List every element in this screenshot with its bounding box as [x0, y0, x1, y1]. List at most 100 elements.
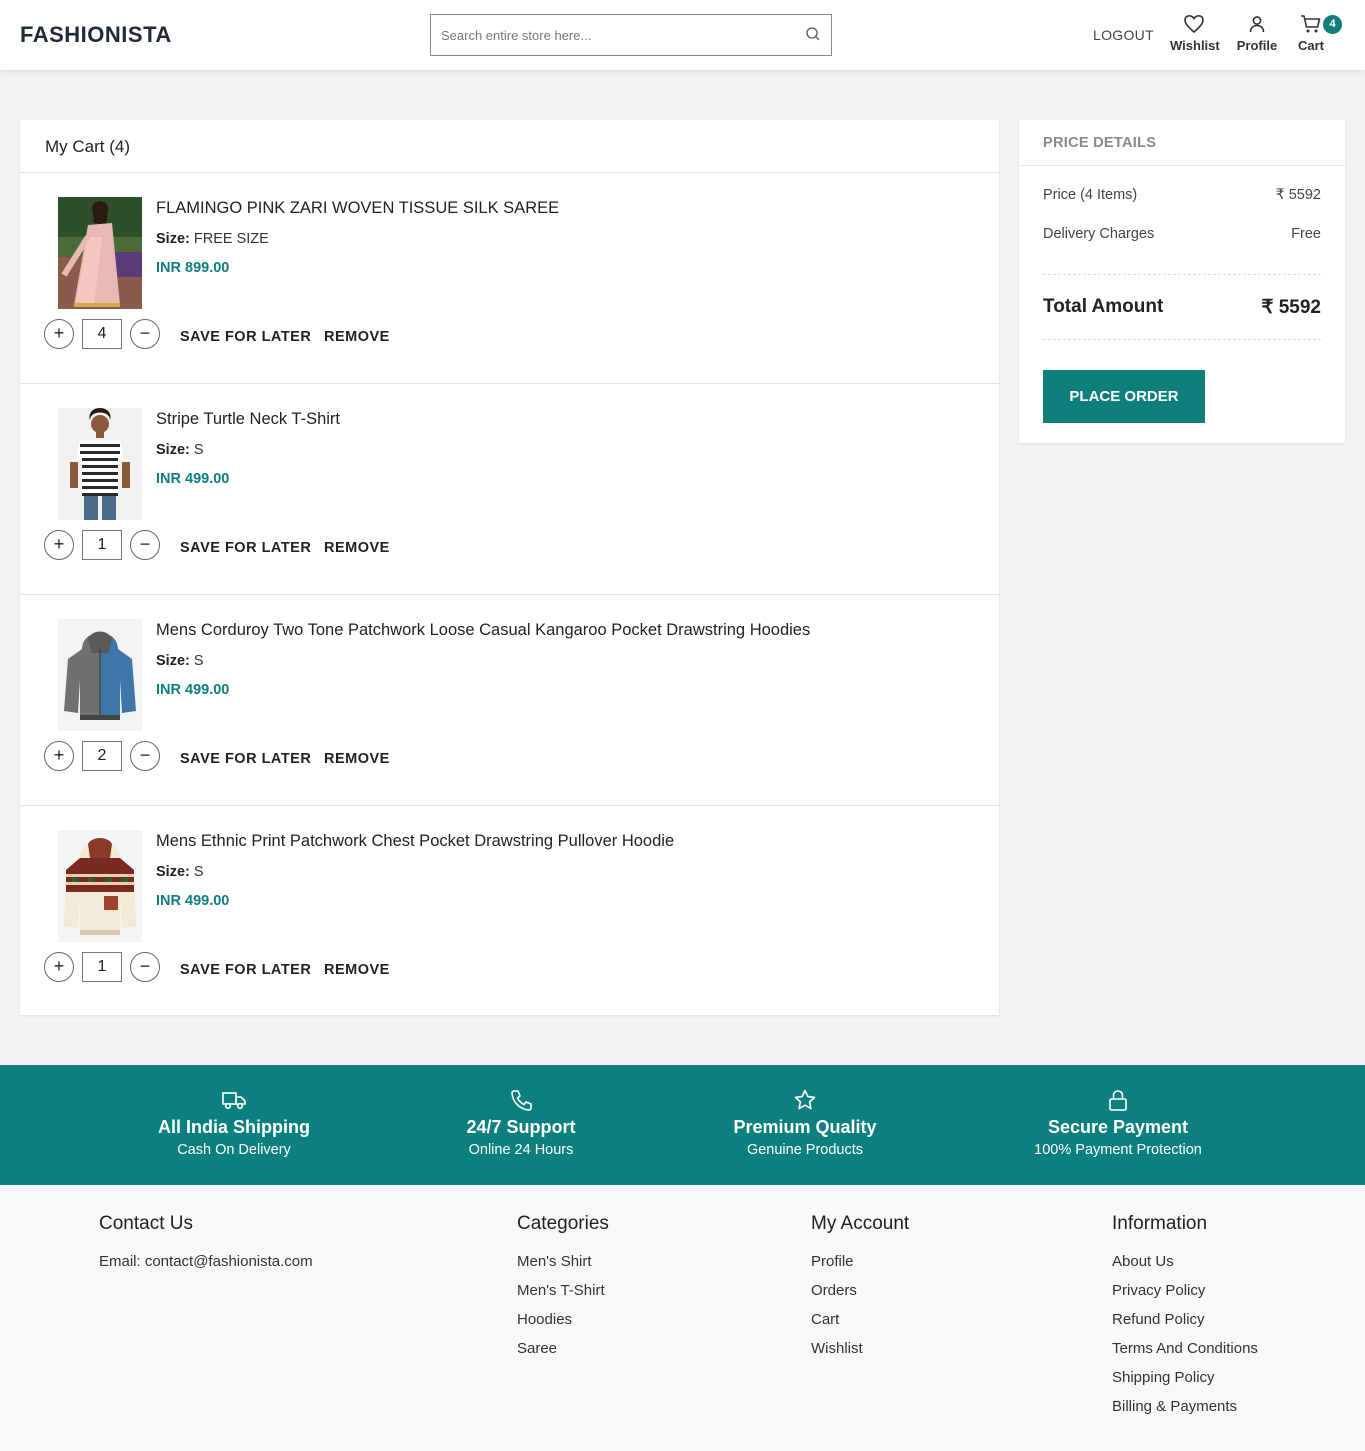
footer-heading: Information	[1112, 1213, 1208, 1234]
footer-link-saree[interactable]: Saree	[517, 1340, 609, 1369]
search-input[interactable]	[431, 15, 791, 55]
profile-link[interactable]: Profile	[1236, 14, 1278, 53]
footer-heading: My Account	[811, 1213, 910, 1234]
search-box	[430, 14, 832, 56]
cart-title: My Cart (4)	[20, 120, 999, 173]
product-image-hoodie-corduroy[interactable]	[58, 619, 142, 731]
divider	[1043, 339, 1321, 340]
remove-button[interactable]: REMOVE	[324, 962, 390, 978]
decrease-quantity-button[interactable]: −	[130, 530, 160, 560]
wishlist-link[interactable]: Wishlist	[1170, 14, 1220, 53]
remove-button[interactable]: REMOVE	[324, 540, 390, 556]
size-value: S	[193, 653, 204, 669]
wishlist-label: Wishlist	[1170, 38, 1220, 53]
product-size: Size: FREE SIZE	[156, 231, 269, 247]
contact-email[interactable]: Email: contact@fashionista.com	[99, 1253, 313, 1270]
cart-item: Stripe Turtle Neck T-Shirt Size: S INR 4…	[20, 384, 999, 595]
feature-subtitle: 100% Payment Protection	[1034, 1142, 1202, 1158]
product-name[interactable]: FLAMINGO PINK ZARI WOVEN TISSUE SILK SAR…	[156, 199, 559, 218]
feature-payment: Secure Payment 100% Payment Protection	[1008, 1089, 1228, 1158]
feature-subtitle: Online 24 Hours	[468, 1142, 574, 1158]
logout-link[interactable]: LOGOUT	[1093, 27, 1154, 43]
increase-quantity-button[interactable]: +	[44, 952, 74, 982]
decrease-quantity-button[interactable]: −	[130, 319, 160, 349]
feature-title: All India Shipping	[158, 1117, 310, 1137]
footer-link-privacy-policy[interactable]: Privacy Policy	[1112, 1282, 1258, 1311]
footer-contact: Contact Us Email: contact@fashionista.co…	[99, 1213, 313, 1270]
total-label: Total Amount	[1043, 296, 1164, 317]
footer-account: My Account Profile Orders Cart Wishlist	[811, 1213, 909, 1369]
size-label: Size:	[156, 653, 190, 669]
site-header: FASHIONISTA LOGOUT Wishlist Profile Cart…	[0, 0, 1365, 70]
quantity-field[interactable]: 1	[82, 952, 122, 982]
decrease-quantity-button[interactable]: −	[130, 952, 160, 982]
feature-subtitle: Cash On Delivery	[177, 1142, 291, 1158]
search-icon[interactable]	[805, 26, 821, 42]
remove-button[interactable]: REMOVE	[324, 751, 390, 767]
product-name[interactable]: Mens Corduroy Two Tone Patchwork Loose C…	[156, 621, 810, 640]
remove-button[interactable]: REMOVE	[324, 329, 390, 345]
decrease-quantity-button[interactable]: −	[130, 741, 160, 771]
product-price: INR 899.00	[156, 260, 230, 276]
save-for-later-button[interactable]: SAVE FOR LATER	[180, 751, 311, 767]
footer-link-hoodies[interactable]: Hoodies	[517, 1311, 609, 1340]
product-name[interactable]: Stripe Turtle Neck T-Shirt	[156, 410, 340, 429]
footer-link-profile[interactable]: Profile	[811, 1253, 909, 1282]
footer-link-mens-shirt[interactable]: Men's Shirt	[517, 1253, 609, 1282]
footer-heading: Categories	[517, 1213, 609, 1234]
cart-label: Cart	[1297, 38, 1324, 53]
quantity-field[interactable]: 2	[82, 741, 122, 771]
footer-link-refund-policy[interactable]: Refund Policy	[1112, 1311, 1258, 1340]
product-image-saree[interactable]	[58, 197, 142, 309]
features-band: All India Shipping Cash On Delivery 24/7…	[0, 1065, 1365, 1185]
feature-quality: Premium Quality Genuine Products	[705, 1089, 905, 1158]
save-for-later-button[interactable]: SAVE FOR LATER	[180, 540, 311, 556]
footer-link-wishlist[interactable]: Wishlist	[811, 1340, 909, 1369]
footer-link-shipping-policy[interactable]: Shipping Policy	[1112, 1369, 1258, 1398]
footer-link-about-us[interactable]: About Us	[1112, 1253, 1258, 1282]
footer-link-terms[interactable]: Terms And Conditions	[1112, 1340, 1258, 1369]
price-label: Price (4 Items)	[1043, 187, 1138, 203]
cart-item: Mens Corduroy Two Tone Patchwork Loose C…	[20, 595, 999, 806]
feature-subtitle: Genuine Products	[746, 1142, 864, 1158]
site-logo[interactable]: FASHIONISTA	[20, 22, 172, 48]
feature-title: Secure Payment	[1047, 1117, 1189, 1137]
product-price: INR 499.00	[156, 471, 230, 487]
product-price: INR 499.00	[156, 893, 230, 909]
cart-item: Mens Ethnic Print Patchwork Chest Pocket…	[20, 806, 999, 1017]
product-name[interactable]: Mens Ethnic Print Patchwork Chest Pocket…	[156, 832, 674, 851]
save-for-later-button[interactable]: SAVE FOR LATER	[180, 962, 311, 978]
quantity-field[interactable]: 1	[82, 530, 122, 560]
product-image-hoodie-ethnic[interactable]	[58, 830, 142, 942]
cart-count-badge: 4	[1323, 15, 1342, 34]
size-value: S	[193, 442, 204, 458]
cart-panel: My Cart (4) FLAMINGO PINK ZARI WOVEN TIS…	[20, 120, 999, 1015]
feature-support: 24/7 Support Online 24 Hours	[421, 1089, 621, 1158]
increase-quantity-button[interactable]: +	[44, 319, 74, 349]
size-label: Size:	[156, 864, 190, 880]
size-label: Size:	[156, 442, 190, 458]
increase-quantity-button[interactable]: +	[44, 741, 74, 771]
cart-link[interactable]: Cart	[1296, 14, 1326, 53]
price-details-panel: PRICE DETAILS Price (4 Items) ₹ 5592 Del…	[1019, 120, 1345, 443]
user-icon	[1249, 16, 1265, 33]
size-value: S	[193, 864, 204, 880]
product-image-tshirt[interactable]	[58, 408, 142, 520]
size-label: Size:	[156, 231, 190, 247]
star-icon	[794, 1089, 816, 1110]
quantity-field[interactable]: 4	[82, 319, 122, 349]
phone-icon	[511, 1090, 532, 1111]
save-for-later-button[interactable]: SAVE FOR LATER	[180, 329, 311, 345]
profile-label: Profile	[1236, 38, 1278, 53]
footer-link-orders[interactable]: Orders	[811, 1282, 909, 1311]
delivery-label: Delivery Charges	[1043, 226, 1155, 242]
footer-link-cart[interactable]: Cart	[811, 1311, 909, 1340]
product-price: INR 499.00	[156, 682, 230, 698]
footer-link-billing[interactable]: Billing & Payments	[1112, 1398, 1258, 1427]
footer-link-mens-tshirt[interactable]: Men's T-Shirt	[517, 1282, 609, 1311]
increase-quantity-button[interactable]: +	[44, 530, 74, 560]
product-size: Size: S	[156, 653, 204, 669]
lock-icon	[1109, 1090, 1127, 1111]
place-order-button[interactable]: PLACE ORDER	[1043, 370, 1205, 423]
cart-icon	[1301, 15, 1321, 33]
